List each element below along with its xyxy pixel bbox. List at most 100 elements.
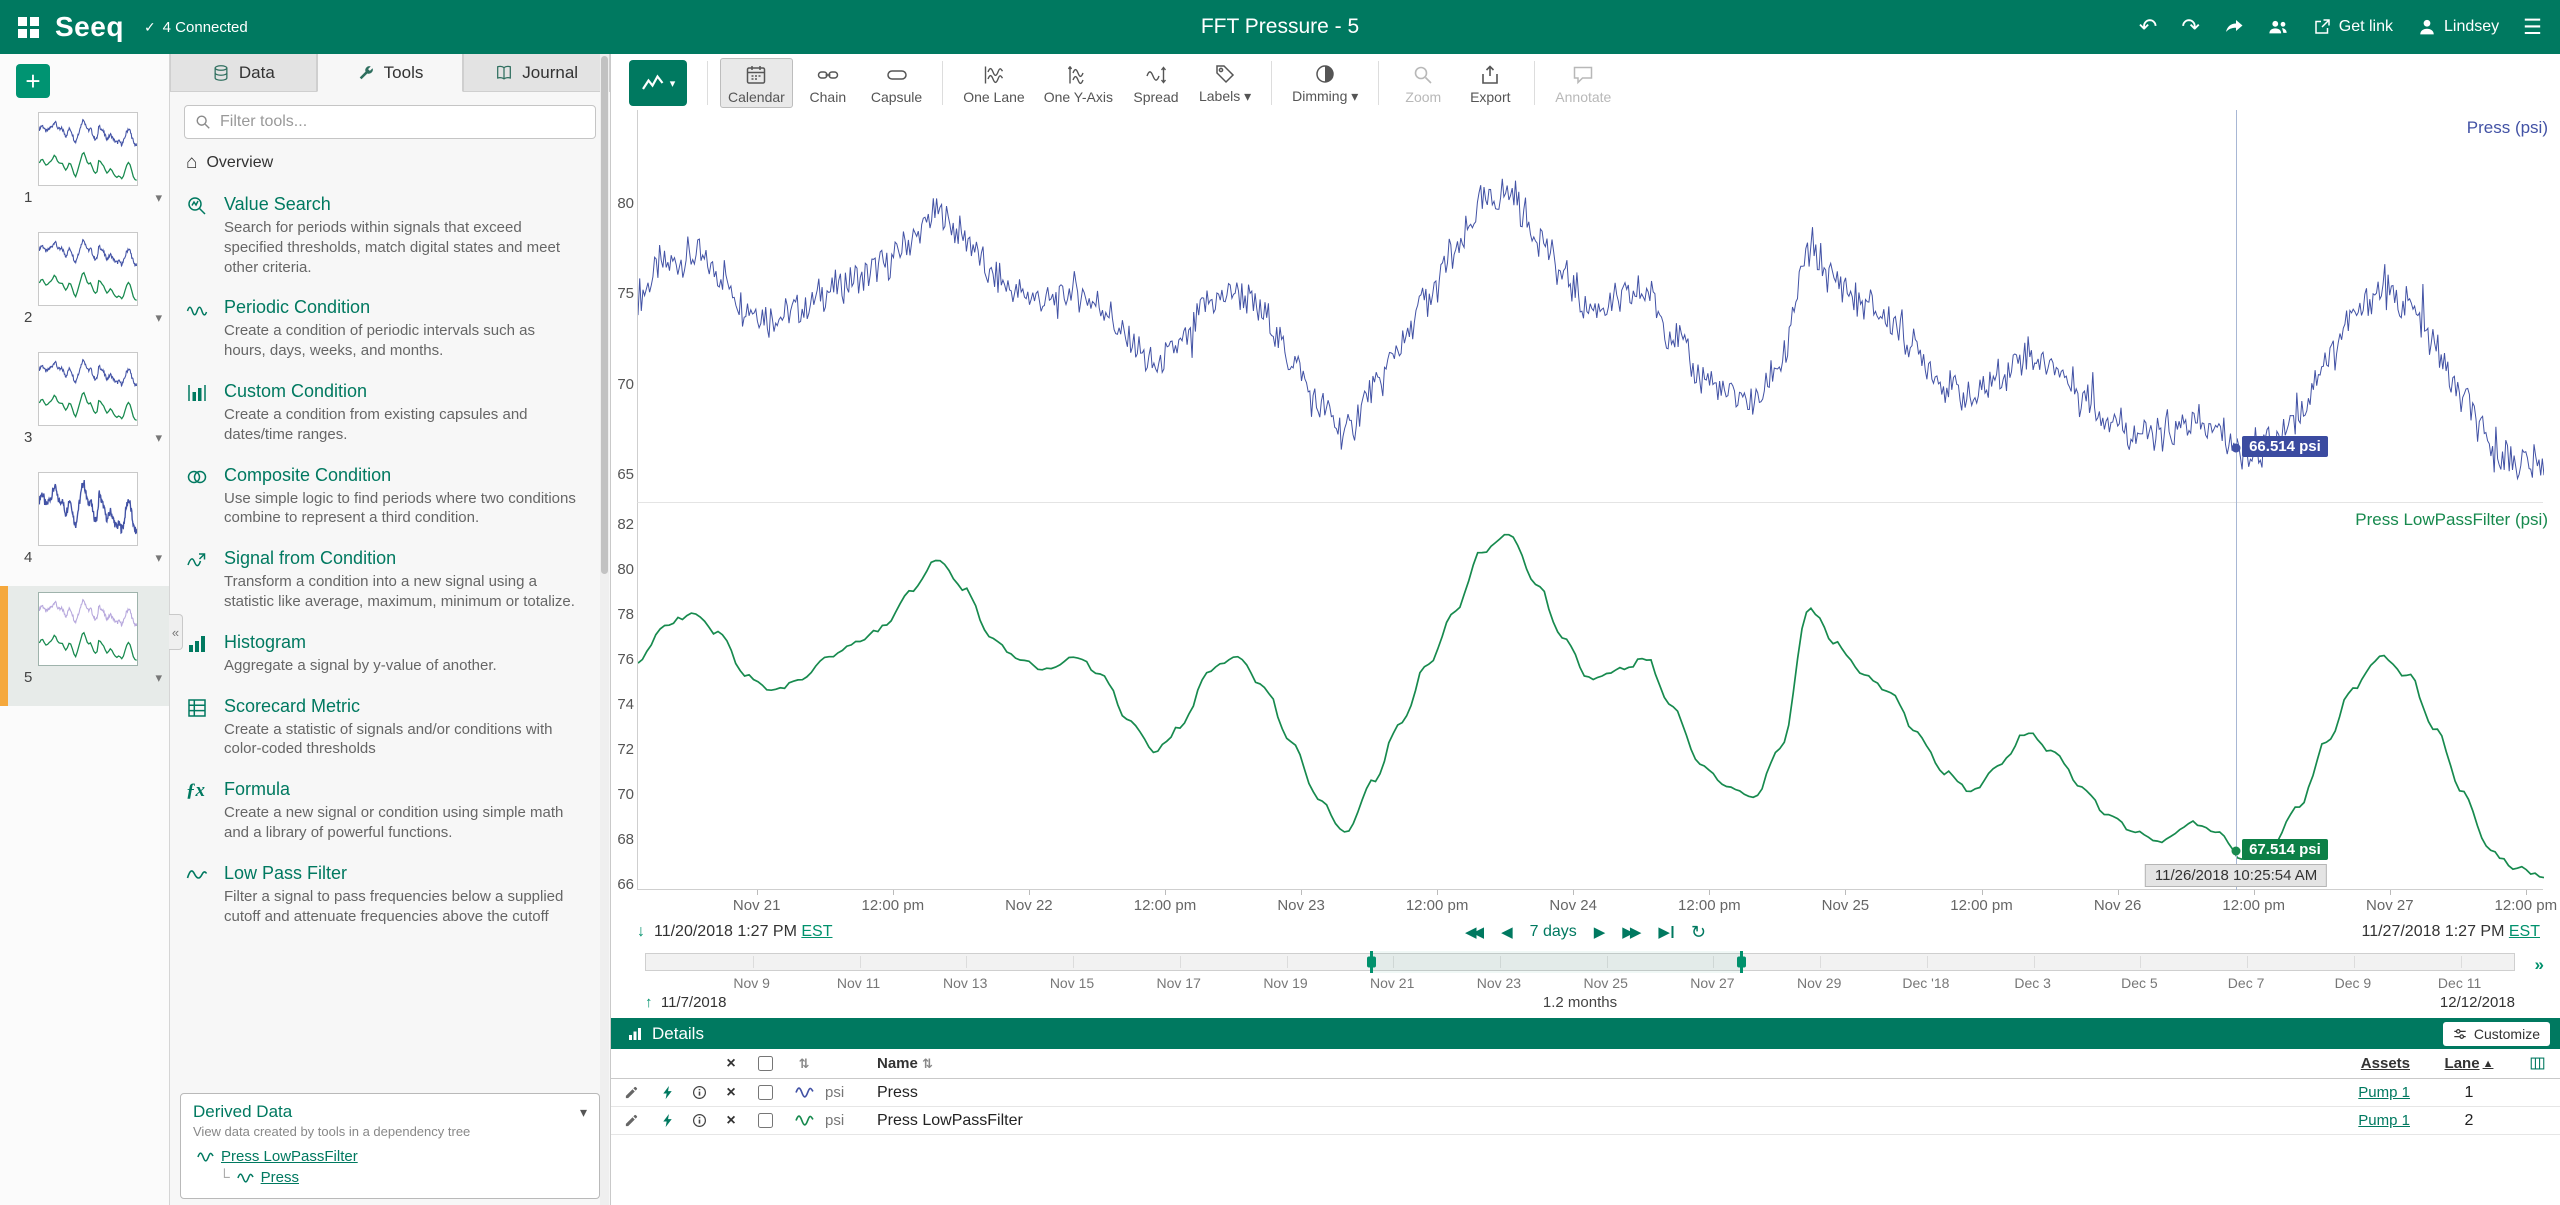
hamburger-menu-icon[interactable]: ☰ [2523, 15, 2542, 40]
app-grid-icon[interactable] [18, 17, 39, 38]
toolbar-button-capsule[interactable]: Capsule [863, 58, 930, 108]
tools-scrollbar[interactable] [600, 54, 609, 1205]
chevron-down-icon[interactable]: ▾ [155, 550, 162, 566]
trend-view-button[interactable]: ▾ [629, 60, 687, 106]
step-to-end-button[interactable]: ▶ [1658, 925, 1674, 940]
worksheet-thumbnail-2[interactable]: 2 ▾ [0, 226, 169, 346]
trend-button[interactable] [651, 1085, 683, 1100]
row-checkbox[interactable] [758, 1113, 773, 1128]
toolbar-button-annotate[interactable]: Annotate [1547, 58, 1619, 108]
selection-end-handle[interactable] [1737, 957, 1746, 968]
name-column-header[interactable]: Name ⇅ [877, 1055, 2274, 1072]
user-menu[interactable]: Lindsey [2417, 18, 2499, 36]
chevron-down-icon[interactable]: ▾ [155, 310, 162, 326]
derived-data-item-press[interactable]: └ Press [193, 1167, 587, 1188]
tool-item-formula[interactable]: ƒx Formula Create a new signal or condit… [170, 769, 610, 853]
item-name[interactable]: Press LowPassFilter [877, 1112, 2274, 1130]
toolbar-button-chain[interactable]: Chain [796, 58, 860, 108]
users-button[interactable] [2268, 18, 2288, 36]
sort-type-button[interactable]: ⇅ [783, 1056, 825, 1072]
trend-button[interactable] [651, 1113, 683, 1128]
redo-button[interactable]: ↷ [2181, 16, 2199, 38]
asset-link[interactable]: Pump 1 [2358, 1084, 2410, 1101]
filter-tools-input[interactable] [220, 113, 585, 131]
worksheet-preview[interactable] [38, 232, 138, 306]
customize-button[interactable]: Customize [2443, 1022, 2550, 1046]
range-start-arrow-icon[interactable]: ↓ [637, 923, 645, 941]
seeq-logo[interactable]: Seeq [55, 11, 124, 43]
worksheet-preview[interactable] [38, 352, 138, 426]
derived-data-item-press-lowpassfilter[interactable]: Press LowPassFilter [193, 1146, 587, 1167]
trend-chart[interactable]: Press (psi) 80757065 Press LowPassFilter… [611, 110, 2560, 890]
timeline-start-arrow-icon[interactable]: ↑ [645, 994, 653, 1011]
lane-label-press-lowpassfilter[interactable]: Press LowPassFilter (psi) [2355, 510, 2548, 530]
worksheet-thumbnail-4[interactable]: 4 ▾ [0, 466, 169, 586]
edit-button[interactable] [611, 1113, 651, 1128]
trend-lane-press-lowpassfilter[interactable]: Press LowPassFilter (psi) 82807876747270… [611, 502, 2560, 890]
toolbar-button-zoom[interactable]: Zoom [1391, 58, 1455, 108]
tool-item-periodic-condition[interactable]: Periodic Condition Create a condition of… [170, 287, 610, 371]
tool-item-value-search[interactable]: Value Search Search for periods within s… [170, 184, 610, 287]
tab-tools[interactable]: Tools [317, 54, 464, 92]
toolbar-button-dimming[interactable]: Dimming ▾ [1284, 58, 1366, 108]
chevron-down-icon[interactable]: ▾ [155, 430, 162, 446]
toolbar-button-one-y-axis[interactable]: One Y-Axis [1036, 58, 1121, 108]
step-back-button[interactable]: ◀ [1501, 925, 1513, 940]
tab-journal[interactable]: Journal [463, 54, 610, 92]
auto-update-button[interactable]: ↻ [1691, 923, 1706, 941]
range-start[interactable]: 11/20/2018 1:27 PM EST [654, 923, 833, 941]
timeline-expand-icon[interactable]: » [2535, 955, 2544, 975]
row-checkbox[interactable] [758, 1085, 773, 1100]
range-end[interactable]: 11/27/2018 1:27 PM EST [2362, 923, 2541, 941]
undo-button[interactable]: ↶ [2139, 16, 2157, 38]
remove-all-column-header[interactable]: × [715, 1055, 747, 1073]
asset-link[interactable]: Pump 1 [2358, 1112, 2410, 1129]
add-worksheet-button[interactable]: + [16, 64, 50, 98]
toolbar-button-spread[interactable]: Spread [1124, 58, 1188, 108]
selection-start-handle[interactable] [1367, 957, 1376, 968]
lane-column-header[interactable]: Lane▲ [2424, 1055, 2514, 1072]
collapse-panel-button[interactable]: « [169, 614, 183, 650]
trend-lane-press[interactable]: Press (psi) 80757065 [611, 110, 2560, 502]
timeline-start-date[interactable]: 11/7/2018 [661, 994, 727, 1011]
step-back-full-button[interactable]: ◀◀ [1465, 925, 1484, 940]
derived-data-header[interactable]: Derived Data ▾ [193, 1102, 587, 1122]
worksheet-preview[interactable] [38, 592, 138, 666]
tool-item-histogram[interactable]: Histogram Aggregate a signal by y-value … [170, 622, 610, 686]
overview-link[interactable]: ⌂ Overview [170, 148, 610, 184]
timeline-selection[interactable] [1370, 951, 1743, 973]
tool-item-custom-condition[interactable]: Custom Condition Create a condition from… [170, 371, 610, 455]
worksheet-preview[interactable] [38, 112, 138, 186]
remove-button[interactable]: × [715, 1084, 747, 1102]
chevron-down-icon[interactable]: ▾ [155, 670, 162, 686]
select-all-checkbox[interactable] [758, 1056, 773, 1071]
get-link-button[interactable]: Get link [2312, 18, 2393, 36]
tool-item-scorecard-metric[interactable]: Scorecard Metric Create a statistic of s… [170, 686, 610, 770]
chevron-down-icon[interactable]: ▾ [580, 1104, 587, 1121]
toolbar-button-export[interactable]: Export [1458, 58, 1522, 108]
connection-status[interactable]: ✓ 4 Connected [144, 19, 248, 36]
share-button[interactable] [2224, 18, 2244, 36]
tool-item-low-pass-filter[interactable]: Low Pass Filter Filter a signal to pass … [170, 853, 610, 937]
item-name[interactable]: Press [877, 1084, 2274, 1102]
worksheet-thumbnail-1[interactable]: 1 ▾ [0, 106, 169, 226]
step-forward-button[interactable]: ▶ [1594, 925, 1606, 940]
toolbar-button-calendar[interactable]: Calendar [720, 58, 793, 108]
column-picker-button[interactable] [2514, 1056, 2560, 1071]
edit-button[interactable] [611, 1085, 651, 1100]
info-button[interactable] [683, 1085, 715, 1100]
toolbar-button-one-lane[interactable]: One Lane [955, 58, 1033, 108]
chevron-down-icon[interactable]: ▾ [155, 190, 162, 206]
remove-button[interactable]: × [715, 1112, 747, 1130]
worksheet-thumbnail-5[interactable]: 5 ▾ [0, 586, 169, 706]
worksheet-preview[interactable] [38, 472, 138, 546]
tool-item-composite-condition[interactable]: Composite Condition Use simple logic to … [170, 455, 610, 539]
duration-button[interactable]: 7 days [1530, 923, 1577, 941]
timeline-end-date[interactable]: 12/12/2018 [2440, 994, 2515, 1011]
assets-column-header[interactable]: Assets [2274, 1055, 2424, 1072]
timeline-track[interactable] [645, 953, 2515, 971]
toolbar-button-labels[interactable]: Labels ▾ [1191, 58, 1259, 108]
step-forward-full-button[interactable]: ▶▶ [1622, 925, 1641, 940]
tab-data[interactable]: Data [170, 54, 317, 92]
worksheet-thumbnail-3[interactable]: 3 ▾ [0, 346, 169, 466]
